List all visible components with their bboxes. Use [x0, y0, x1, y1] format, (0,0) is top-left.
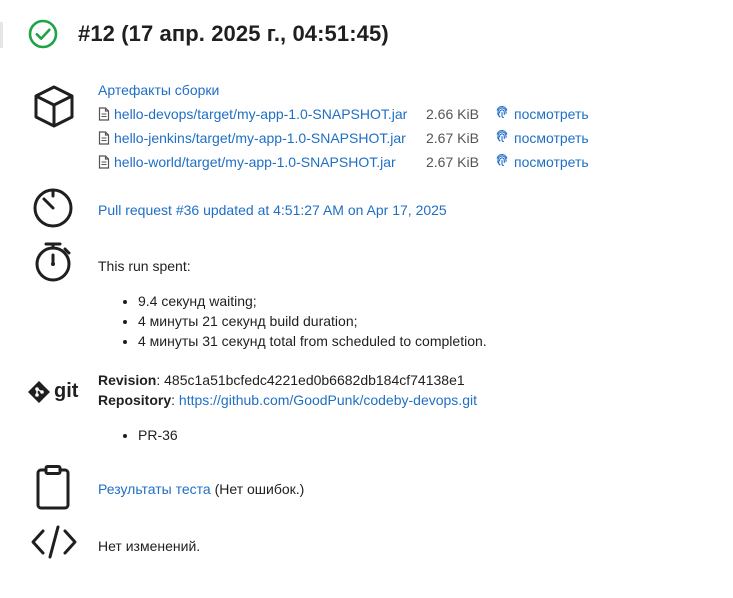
branch-item: PR-36	[138, 425, 713, 445]
artifact-size: 2.67 KiB	[426, 130, 479, 146]
check-circle-icon	[28, 19, 58, 49]
timing-list: 9.4 секунд waiting;4 минуты 21 секунд bu…	[98, 291, 713, 351]
timing-item: 4 минуты 31 секунд total from scheduled …	[138, 331, 713, 351]
clipboard-icon	[34, 464, 72, 512]
artifact-row: hello-devops/target/my-app-1.0-SNAPSHOT.…	[98, 102, 713, 126]
revision-label: Revision	[98, 372, 157, 388]
fingerprint-icon	[495, 128, 509, 148]
timing-item: 9.4 секунд waiting;	[138, 291, 713, 311]
timing-intro: This run spent:	[98, 258, 191, 274]
artifact-view-label: посмотреть	[514, 130, 589, 146]
artifact-size: 2.67 KiB	[426, 154, 479, 170]
git-logo-icon: git	[28, 380, 78, 403]
revision-value: : 485c1a51bcfedc4221ed0b6682db184cf74138…	[156, 372, 465, 388]
git-logo-text: git	[54, 380, 79, 402]
fingerprint-icon	[495, 104, 509, 124]
artifact-link[interactable]: hello-jenkins/target/my-app-1.0-SNAPSHOT…	[114, 128, 426, 148]
artifact-row: hello-jenkins/target/my-app-1.0-SNAPSHOT…	[98, 126, 713, 150]
changes-text: Нет изменений.	[98, 538, 201, 554]
repository-separator: :	[171, 392, 179, 408]
build-header: #12 (17 апр. 2025 г., 04:51:45)	[28, 16, 389, 52]
artifact-link[interactable]: hello-devops/target/my-app-1.0-SNAPSHOT.…	[114, 104, 426, 124]
trigger-link[interactable]: Pull request #36 updated at 4:51:27 AM o…	[98, 202, 447, 218]
stopwatch-icon	[30, 240, 76, 284]
timing-item: 4 минуты 21 секунд build duration;	[138, 311, 713, 331]
package-box-icon	[30, 84, 78, 130]
artifact-size: 2.66 KiB	[426, 106, 479, 122]
repository-label: Repository	[98, 392, 172, 408]
artifact-link[interactable]: hello-world/target/my-app-1.0-SNAPSHOT.j…	[114, 152, 426, 172]
test-results-status: (Нет ошибок.)	[210, 481, 305, 497]
artifact-view-link[interactable]: посмотреть	[495, 104, 589, 124]
artifact-view-label: посмотреть	[514, 106, 589, 122]
artifact-view-link[interactable]: посмотреть	[495, 152, 589, 172]
code-icon	[30, 524, 78, 560]
timer-icon	[30, 186, 76, 230]
artifact-row: hello-world/target/my-app-1.0-SNAPSHOT.j…	[98, 150, 713, 174]
artifact-view-link[interactable]: посмотреть	[495, 128, 589, 148]
fingerprint-icon	[495, 152, 509, 172]
file-icon	[98, 131, 114, 145]
file-icon	[98, 107, 114, 121]
edge-bar	[0, 22, 3, 48]
artifact-view-label: посмотреть	[514, 154, 589, 170]
test-results-link[interactable]: Результаты теста	[98, 481, 211, 497]
repository-link[interactable]: https://github.com/GoodPunk/codeby-devop…	[179, 392, 477, 408]
branch-list: PR-36	[98, 425, 713, 445]
artifacts-link[interactable]: Артефакты сборки	[98, 82, 219, 98]
artifact-list: hello-devops/target/my-app-1.0-SNAPSHOT.…	[98, 102, 713, 174]
file-icon	[98, 155, 114, 169]
page-title: #12 (17 апр. 2025 г., 04:51:45)	[78, 21, 389, 46]
